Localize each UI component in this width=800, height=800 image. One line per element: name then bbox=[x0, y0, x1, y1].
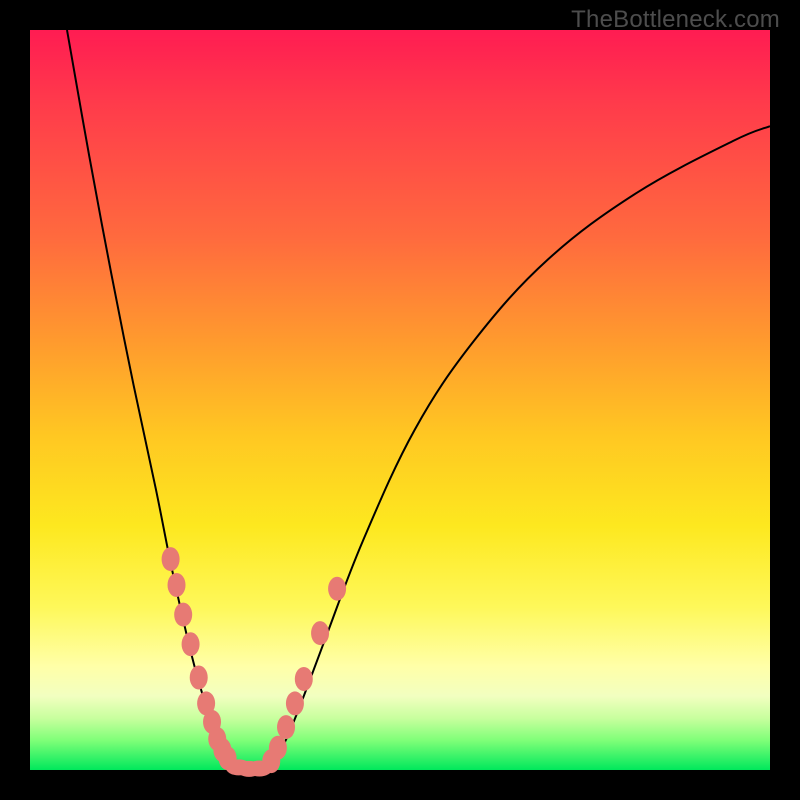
bead-left-2 bbox=[174, 603, 192, 627]
plot-area bbox=[30, 30, 770, 770]
bead-right-4 bbox=[295, 667, 313, 691]
bead-right-6 bbox=[328, 577, 346, 601]
bead-right-5 bbox=[311, 621, 329, 645]
v-curve bbox=[67, 30, 770, 770]
bead-left-0 bbox=[162, 547, 180, 571]
bead-right-1 bbox=[269, 736, 287, 760]
bead-right-2 bbox=[277, 715, 295, 739]
bead-left-1 bbox=[168, 573, 186, 597]
chart-frame: TheBottleneck.com bbox=[0, 0, 800, 800]
bead-left-4 bbox=[190, 666, 208, 690]
curve-svg bbox=[30, 30, 770, 770]
bead-right-3 bbox=[286, 691, 304, 715]
curve-group bbox=[67, 30, 770, 770]
bead-left-3 bbox=[182, 632, 200, 656]
bead-group bbox=[162, 547, 347, 777]
